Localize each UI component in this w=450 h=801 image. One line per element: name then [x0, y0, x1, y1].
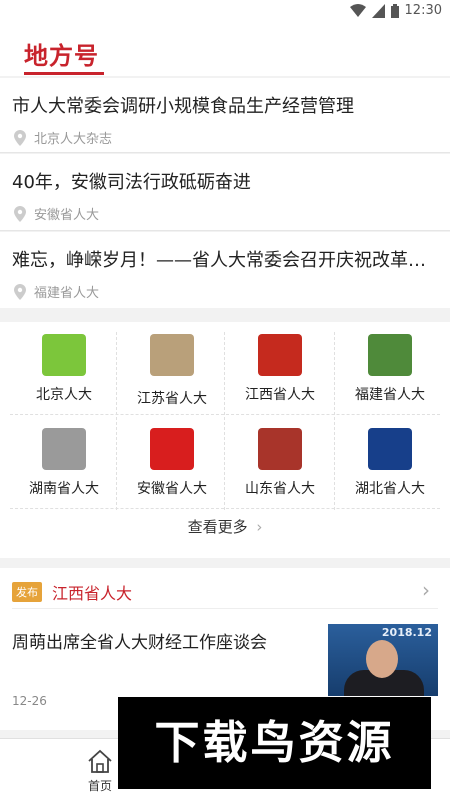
- news-item[interactable]: 市人大常委会调研小规模食品生产经营管理 北京人大杂志: [0, 78, 450, 152]
- channel-grid: 北京人大 江苏省人大 江西省人大 福建省人大 湖南省人大 安徽省人大 山东省人大…: [0, 322, 450, 558]
- grid-divider: [10, 508, 440, 509]
- home-icon: [88, 749, 112, 773]
- person-face: [366, 640, 398, 678]
- view-more-label: 查看更多: [187, 518, 248, 536]
- status-time: 12:30: [404, 3, 442, 18]
- channel-label: 福建省人大: [355, 387, 425, 403]
- status-bar: 12:30: [0, 0, 450, 24]
- chevron-right-icon[interactable]: ›: [422, 578, 430, 602]
- channel-label: 北京人大: [36, 387, 92, 403]
- news-headline: 市人大常委会调研小规模食品生产经营管理: [12, 96, 354, 117]
- publish-badge: 发布: [12, 582, 42, 602]
- channel-label: 湖南省人大: [29, 481, 99, 497]
- temple-photo-icon: [258, 428, 302, 470]
- news-source-label: 北京人大杂志: [34, 132, 113, 147]
- battery-icon: [390, 3, 399, 18]
- view-more-button[interactable]: 查看更多 ›: [0, 516, 450, 537]
- news-item[interactable]: 难忘，峥嵘岁月！——省人大常委会召开庆祝改革开放40周年 福建省人大: [0, 232, 450, 308]
- divider: [0, 152, 450, 153]
- page-header: 地方号: [0, 24, 450, 76]
- location-pin-icon: [14, 129, 26, 146]
- location-pin-icon: [14, 283, 26, 300]
- channel-jiangsu[interactable]: 江苏省人大: [116, 322, 228, 414]
- news-source: 福建省人大: [14, 282, 99, 301]
- channel-label: 江苏省人大: [137, 391, 207, 407]
- feed-source[interactable]: 江西省人大: [52, 580, 132, 604]
- thumbnail-caption: 2018.12: [381, 626, 432, 639]
- channel-jiangxi[interactable]: 江西省人大: [224, 322, 336, 414]
- status-icons: 12:30: [349, 3, 442, 18]
- news-headline: 难忘，峥嵘岁月！——省人大常委会召开庆祝改革开放40周年: [12, 250, 440, 271]
- wifi-icon: [349, 3, 366, 17]
- signal-icon: [371, 3, 385, 18]
- news-item[interactable]: 40年，安徽司法行政砥砺奋进 安徽省人大: [0, 154, 450, 230]
- divider: [12, 608, 438, 609]
- statue-photo-icon: [42, 428, 86, 470]
- monument-photo-icon: [258, 334, 302, 376]
- channel-hubei[interactable]: 湖北省人大: [334, 416, 446, 508]
- channel-fujian[interactable]: 福建省人大: [334, 322, 446, 414]
- channel-label: 安徽省人大: [137, 481, 207, 497]
- channel-label: 湖北省人大: [355, 481, 425, 497]
- building-photo-icon: [150, 334, 194, 376]
- channel-label: 江西省人大: [245, 387, 315, 403]
- news-thumbnail: 2018.12: [328, 624, 438, 696]
- feed-title: 周萌出席全省人大财经工作座谈会: [12, 633, 267, 653]
- channel-hubei-icon: [368, 428, 412, 470]
- news-source-label: 安徽省人大: [34, 208, 100, 223]
- location-pin-icon: [14, 205, 26, 222]
- news-headline: 40年，安徽司法行政砥砺奋进: [12, 172, 251, 193]
- grid-divider: [10, 414, 440, 415]
- landscape-photo-icon: [368, 334, 412, 376]
- channel-beijing[interactable]: 北京人大: [8, 322, 120, 414]
- news-source: 北京人大杂志: [14, 128, 112, 147]
- channel-shandong[interactable]: 山东省人大: [224, 416, 336, 508]
- divider: [0, 230, 450, 231]
- tab-home-label: 首页: [88, 779, 113, 793]
- channel-beijing-icon: [42, 334, 86, 376]
- feed-date: 12-26: [12, 694, 47, 708]
- news-source-label: 福建省人大: [34, 286, 100, 301]
- page-title: 地方号: [24, 42, 99, 70]
- channel-hunan[interactable]: 湖南省人大: [8, 416, 120, 508]
- channel-label: 山东省人大: [245, 481, 315, 497]
- tab-home[interactable]: 首页: [78, 739, 122, 799]
- channel-anhui[interactable]: 安徽省人大: [116, 416, 228, 508]
- title-underline: [24, 72, 104, 75]
- watermark-banner: 下载鸟资源: [118, 697, 431, 789]
- channel-anhui-icon: [150, 428, 194, 470]
- news-source: 安徽省人大: [14, 204, 99, 223]
- chevron-right-icon: ›: [256, 518, 263, 536]
